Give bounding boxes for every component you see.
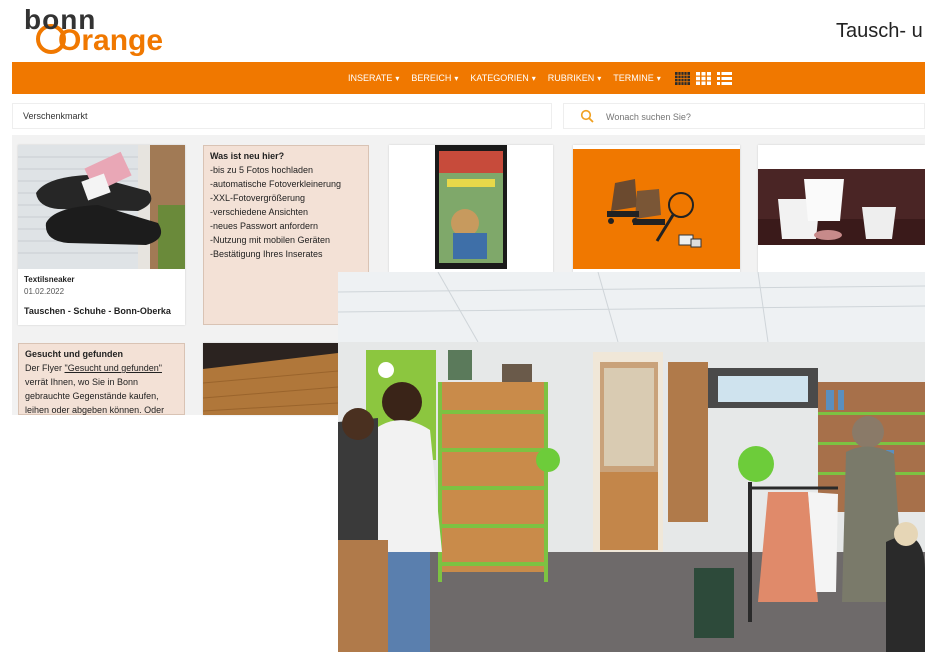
search-icon[interactable] (580, 109, 594, 123)
info-text: Der Flyer (25, 362, 65, 373)
listing-card-sports-gear[interactable] (573, 145, 740, 273)
listing-card-table[interactable] (203, 343, 338, 415)
listing-card-planters[interactable] (758, 145, 925, 273)
listing-subtitle[interactable]: Tauschen - Schuhe - Bonn-Oberka (24, 306, 171, 316)
chevron-down-icon: ▾ (597, 74, 602, 83)
nav-inserate[interactable]: INSERATE ▾ (348, 73, 399, 83)
info-line: -Nutzung mit mobilen Geräten (210, 234, 331, 245)
listing-title[interactable]: Textilsneaker (24, 275, 75, 284)
store-interior-photo (338, 272, 925, 652)
chevron-down-icon: ▾ (454, 74, 459, 83)
listing-image-sneakers (18, 145, 185, 269)
listing-card-book[interactable] (389, 145, 553, 273)
search-input[interactable] (604, 108, 908, 126)
listing-image-planters (758, 169, 925, 245)
nav-kategorien[interactable]: KATEGORIEN ▾ (470, 73, 535, 83)
listing-card-sneaker[interactable]: Textilsneaker 01.02.2022 Tauschen - Schu… (18, 145, 185, 325)
nav-rubriken[interactable]: RUBRIKEN ▾ (548, 73, 602, 83)
chevron-down-icon: ▾ (656, 74, 661, 83)
store-interior-image (338, 272, 925, 652)
listing-image-sports-gear (573, 149, 740, 269)
nav-bereich[interactable]: BEREICH ▾ (411, 73, 458, 83)
listing-image-table (203, 343, 338, 415)
search-bar[interactable] (563, 103, 925, 129)
grid-small-icon[interactable] (695, 71, 711, 85)
info-line: -XXL-Fotovergrößerung (210, 192, 306, 203)
info-line: leihen oder abgeben können. Oder (25, 404, 165, 415)
info-line: -bis zu 5 Fotos hochladen (210, 164, 314, 175)
list-view-icon[interactable] (716, 71, 732, 85)
grid-large-icon[interactable] (674, 71, 690, 85)
nav-termine[interactable]: TERMINE ▾ (613, 73, 661, 83)
info-line: -Bestätigung Ihres Inserates (210, 248, 323, 259)
chevron-down-icon: ▾ (395, 74, 400, 83)
info-line: -neues Passwort anfordern (210, 220, 319, 231)
info-box-flyer: Gesucht und gefunden Der Flyer "Gesucht … (18, 343, 185, 415)
listing-image-book (435, 145, 507, 269)
chevron-down-icon: ▾ (531, 74, 536, 83)
breadcrumb[interactable]: Verschenkmarkt (12, 103, 552, 129)
logo-word-orange: Orange (58, 24, 164, 57)
flyer-link[interactable]: "Gesucht und gefunden" (65, 363, 162, 373)
info-line: gebrauchte Gegenstände kaufen, (25, 390, 159, 401)
info-line: -verschiedene Ansichten (210, 206, 309, 217)
bonn-orange-logo[interactable]: bonn Orange (22, 4, 192, 60)
info-line: verrät Ihnen, wo Sie in Bonn (25, 376, 139, 387)
info-heading: Gesucht und gefunden (25, 349, 123, 359)
main-navbar: INSERATE ▾ BEREICH ▾ KATEGORIEN ▾ RUBRIKEN ▾… (12, 62, 925, 94)
listing-date: 01.02.2022 (24, 287, 65, 296)
site-title: Tausch- u (836, 20, 923, 42)
info-heading: Was ist neu hier? (210, 151, 285, 161)
info-line: -automatische Fotoverkleinerung (210, 178, 342, 189)
